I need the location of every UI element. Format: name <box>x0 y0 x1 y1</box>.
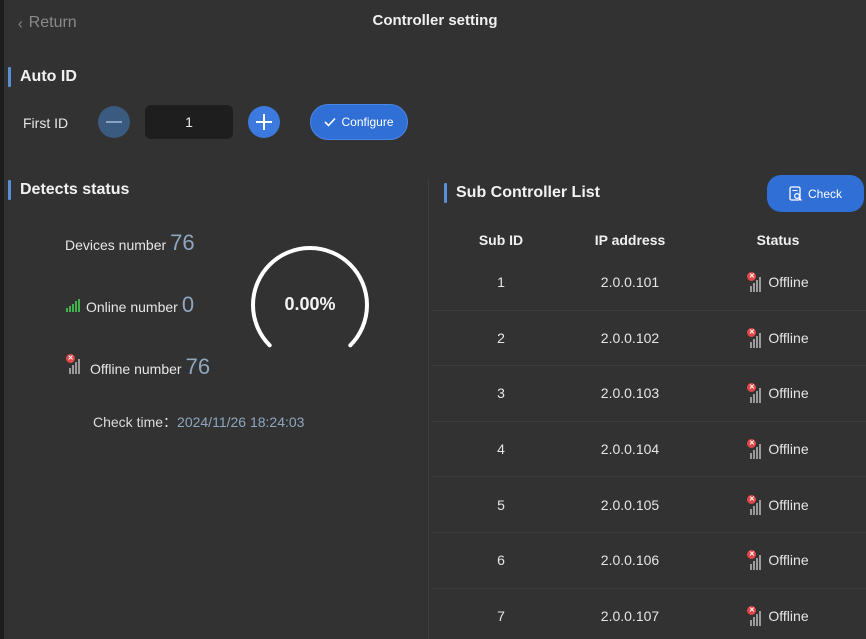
offline-signal-icon: ✕ <box>747 272 765 293</box>
ip-address-cell: 2.0.0.107 <box>600 608 660 625</box>
ip-address-cell: 2.0.0.102 <box>600 329 660 346</box>
sub-id-cell: 6 <box>497 552 505 569</box>
header: ‹ Return Controller setting <box>4 0 866 44</box>
auto-id-title: Auto ID <box>8 66 77 88</box>
column-header-ip-address: IP address <box>594 232 666 248</box>
page-title: Controller setting <box>372 12 498 29</box>
sub-controller-table: Sub ID IP address Status 1 2.0.0.101 ✕ Offl… <box>432 225 866 639</box>
check-mark-icon <box>324 117 337 127</box>
table-row[interactable]: 5 2.0.0.105 ✕ Offline <box>432 477 866 533</box>
status-cell: ✕ Offline <box>690 439 866 460</box>
signal-bars-icon <box>66 299 80 312</box>
ip-address-cell: 2.0.0.106 <box>600 552 660 569</box>
check-label: Check <box>807 186 842 201</box>
table-body: 1 2.0.0.101 ✕ Offline 2 2.0.0.102 ✕ Offline 3 2.0… <box>432 255 866 639</box>
sub-controller-list-title: Sub Controller List <box>444 182 600 204</box>
status-cell: ✕ Offline <box>690 606 866 627</box>
plus-icon <box>256 114 272 130</box>
status-text: Offline <box>768 385 809 402</box>
status-cell: ✕ Offline <box>690 383 866 404</box>
ip-address-cell: 2.0.0.103 <box>600 385 660 402</box>
status-text: Offline <box>768 441 809 458</box>
check-time-value: 2024/11/26 18:24:03 <box>177 414 305 430</box>
devices-value: 76 <box>170 230 195 255</box>
sub-id-cell: 3 <box>497 385 505 402</box>
minus-icon <box>106 121 122 123</box>
sub-id-cell: 1 <box>497 274 505 291</box>
first-id-input[interactable] <box>145 105 233 139</box>
devices-number: Devices number 76 <box>65 230 195 256</box>
column-header-status: Status <box>756 232 800 248</box>
status-text: Offline <box>768 552 809 569</box>
online-number: Online number 0 <box>66 292 194 318</box>
check-time-label: Check time： <box>93 414 178 430</box>
offline-signal-icon: ✕ <box>747 383 765 404</box>
offline-signal-icon: ✕ <box>747 327 765 348</box>
sub-id-cell: 4 <box>497 441 505 458</box>
table-row[interactable]: 7 2.0.0.107 ✕ Offline <box>432 589 866 639</box>
online-percent: 0.00% <box>284 294 336 314</box>
offline-signal-icon: ✕ <box>747 550 765 571</box>
online-label: Online number <box>86 299 178 315</box>
table-row[interactable]: 2 2.0.0.102 ✕ Offline <box>432 311 866 367</box>
status-cell: ✕ Offline <box>690 550 866 571</box>
app-window: ‹ Return Controller setting Auto ID Firs… <box>4 0 866 639</box>
status-cell: ✕ Offline <box>690 327 866 348</box>
search-document-icon <box>789 185 802 201</box>
table-row[interactable]: 3 2.0.0.103 ✕ Offline <box>432 366 866 422</box>
increment-button[interactable] <box>248 106 280 138</box>
online-value: 0 <box>181 292 195 317</box>
offline-signal-icon: ✕ <box>747 439 765 460</box>
status-text: Offline <box>768 329 809 346</box>
offline-label: Offline number <box>90 361 182 377</box>
check-button[interactable]: Check <box>767 175 864 212</box>
ip-address-cell: 2.0.0.104 <box>600 441 660 458</box>
offline-signal-icon: ✕ <box>66 354 84 374</box>
configure-button[interactable]: Configure <box>310 104 408 140</box>
table-row[interactable]: 6 2.0.0.106 ✕ Offline <box>432 533 866 589</box>
offline-signal-icon: ✕ <box>747 494 765 515</box>
table-header: Sub ID IP address Status <box>432 225 866 255</box>
check-time: Check time：2024/11/26 18:24:03 <box>93 412 304 432</box>
decrement-button[interactable] <box>98 106 130 138</box>
offline-number: ✕ Offline number 76 <box>66 354 210 380</box>
offline-signal-icon: ✕ <box>747 606 765 627</box>
first-id-label: First ID <box>23 115 69 131</box>
status-text: Offline <box>768 496 809 513</box>
ip-address-cell: 2.0.0.105 <box>600 496 660 513</box>
sub-id-cell: 5 <box>497 496 505 513</box>
status-text: Offline <box>768 274 809 291</box>
sub-id-cell: 7 <box>497 608 505 625</box>
devices-label: Devices number <box>65 237 167 253</box>
status-text: Offline <box>768 608 809 625</box>
ip-address-cell: 2.0.0.101 <box>600 274 660 291</box>
configure-label: Configure <box>341 115 394 129</box>
status-cell: ✕ Offline <box>690 272 866 293</box>
table-row[interactable]: 1 2.0.0.101 ✕ Offline <box>432 255 866 311</box>
status-cell: ✕ Offline <box>690 494 866 515</box>
table-row[interactable]: 4 2.0.0.104 ✕ Offline <box>432 422 866 478</box>
panel-divider <box>428 180 429 639</box>
sub-id-cell: 2 <box>497 329 505 346</box>
detects-status-title: Detects status <box>8 179 129 201</box>
offline-value: 76 <box>185 354 211 379</box>
column-header-sub-id: Sub ID <box>478 232 524 248</box>
